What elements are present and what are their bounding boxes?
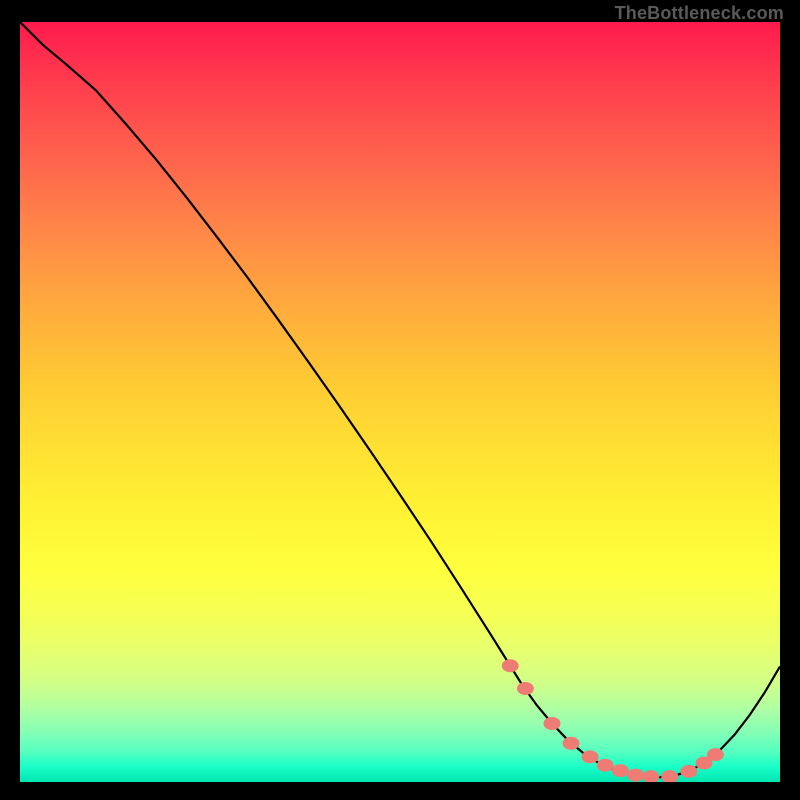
- marker-point: [612, 765, 628, 777]
- marker-point: [707, 749, 723, 761]
- marker-point: [502, 660, 518, 672]
- marker-point: [643, 771, 659, 782]
- attribution-text: TheBottleneck.com: [615, 3, 784, 24]
- chart-container: TheBottleneck.com: [0, 0, 800, 800]
- curve-svg: [20, 22, 780, 782]
- marker-point: [544, 717, 560, 729]
- marker-point: [662, 771, 678, 782]
- bottleneck-curve: [20, 22, 780, 777]
- plot-area: [20, 22, 780, 782]
- marker-point: [563, 737, 579, 749]
- marker-point: [597, 759, 613, 771]
- marker-point: [582, 751, 598, 763]
- curve-markers: [502, 660, 723, 782]
- marker-point: [517, 683, 533, 695]
- marker-point: [628, 769, 644, 781]
- marker-point: [681, 765, 697, 777]
